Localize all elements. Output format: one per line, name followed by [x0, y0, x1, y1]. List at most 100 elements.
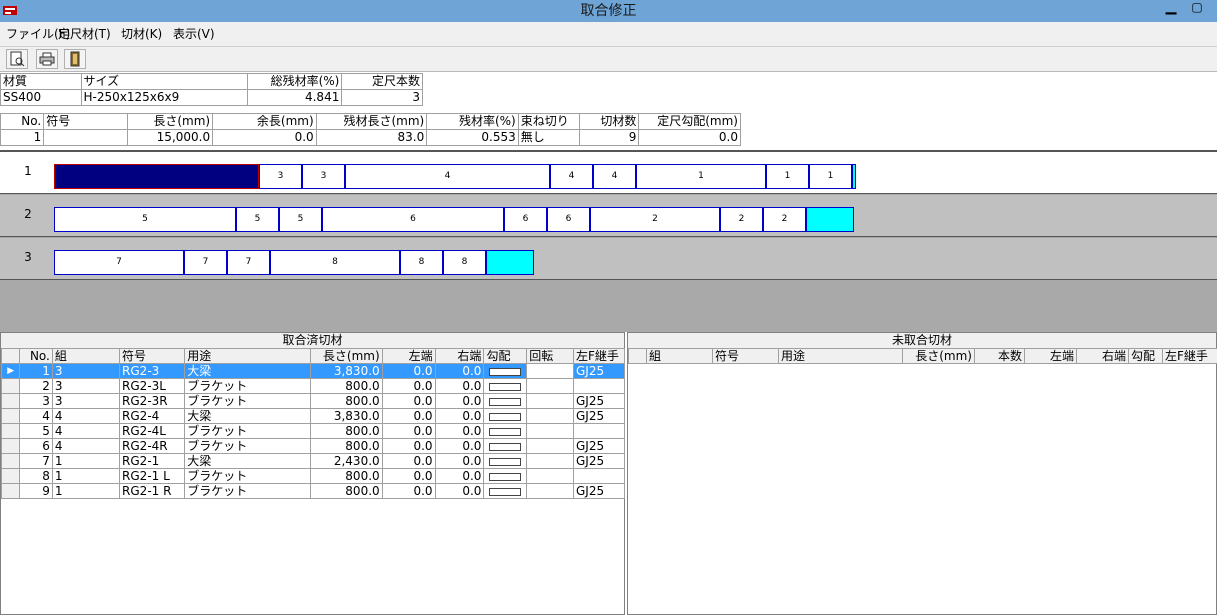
- cut-segment[interactable]: 8: [270, 250, 400, 275]
- table-cell[interactable]: 0.0: [434, 378, 485, 394]
- table-cell[interactable]: 5: [19, 423, 53, 439]
- column-header[interactable]: 左F継手: [1162, 348, 1217, 364]
- table-cell[interactable]: [573, 468, 625, 484]
- table-row[interactable]: 4 4 RG2-4 大梁 3,830.0 0.0 0.0 GJ25: [0, 408, 625, 424]
- table-cell[interactable]: [483, 408, 528, 424]
- table-cell[interactable]: 4: [51, 423, 121, 439]
- table-cell[interactable]: [483, 378, 528, 394]
- cut-segment[interactable]: 6: [547, 207, 590, 232]
- table-cell[interactable]: GJ25: [573, 393, 625, 409]
- table-cell[interactable]: GJ25: [573, 438, 625, 454]
- table-cell[interactable]: [483, 468, 528, 484]
- table-cell[interactable]: 2,430.0: [310, 453, 383, 469]
- table-cell[interactable]: 1: [51, 483, 121, 499]
- column-header[interactable]: 長さ(mm): [902, 348, 975, 364]
- column-header[interactable]: 組: [51, 348, 121, 364]
- table-row[interactable]: 2 3 RG2-3L ブラケット 800.0 0.0 0.0: [0, 378, 625, 394]
- cut-segment[interactable]: 5: [54, 207, 236, 232]
- table-cell[interactable]: GJ25: [573, 483, 625, 499]
- table-cell[interactable]: [483, 483, 528, 499]
- table-cell[interactable]: 7: [19, 453, 53, 469]
- table-cell[interactable]: 6: [19, 438, 53, 454]
- table-cell[interactable]: 1: [51, 453, 121, 469]
- table-cell[interactable]: 3: [19, 393, 53, 409]
- table-cell[interactable]: RG2-3: [119, 363, 186, 379]
- table-cell[interactable]: 0.0: [381, 438, 436, 454]
- table-cell[interactable]: 0.0: [381, 393, 436, 409]
- table-cell[interactable]: 1: [51, 468, 121, 484]
- column-header[interactable]: 本数: [974, 348, 1025, 364]
- table-cell[interactable]: ブラケット: [184, 378, 312, 394]
- cut-segment[interactable]: 4: [593, 164, 636, 189]
- table-cell[interactable]: RG2-3L: [119, 378, 186, 394]
- table-cell[interactable]: [573, 378, 625, 394]
- table-row[interactable]: 5 4 RG2-4L ブラケット 800.0 0.0 0.0: [0, 423, 625, 439]
- table-cell[interactable]: RG2-1 R: [119, 483, 186, 499]
- table-cell[interactable]: [526, 483, 574, 499]
- table-cell[interactable]: [483, 438, 528, 454]
- table-cell[interactable]: 4: [51, 438, 121, 454]
- table-cell[interactable]: 4: [51, 408, 121, 424]
- table-cell[interactable]: RG2-1 L: [119, 468, 186, 484]
- table-cell[interactable]: RG2-4L: [119, 423, 186, 439]
- table-cell[interactable]: [483, 393, 528, 409]
- table-row[interactable]: 3 3 RG2-3R ブラケット 800.0 0.0 0.0 GJ25: [0, 393, 625, 409]
- table-cell[interactable]: ブラケット: [184, 423, 312, 439]
- cut-segment[interactable]: 2: [590, 207, 720, 232]
- table-cell[interactable]: GJ25: [573, 453, 625, 469]
- table-cell[interactable]: [483, 423, 528, 439]
- cut-segment[interactable]: 6: [322, 207, 504, 232]
- menu-stock[interactable]: 定尺材(T): [58, 25, 111, 43]
- table-cell[interactable]: 0.0: [434, 363, 485, 379]
- table-cell[interactable]: 1: [19, 363, 53, 379]
- table-cell[interactable]: 0.0: [434, 453, 485, 469]
- table-cell[interactable]: [526, 438, 574, 454]
- table-cell[interactable]: [573, 423, 625, 439]
- column-header[interactable]: 回転: [526, 348, 574, 364]
- table-cell[interactable]: 0.0: [434, 468, 485, 484]
- table-cell[interactable]: 0.0: [381, 423, 436, 439]
- table-cell[interactable]: 800.0: [310, 468, 383, 484]
- cut-segment[interactable]: 2: [720, 207, 763, 232]
- table-cell[interactable]: 8: [19, 468, 53, 484]
- table-cell[interactable]: [483, 453, 528, 469]
- exit-button[interactable]: [64, 49, 86, 69]
- cut-segment[interactable]: 2: [763, 207, 806, 232]
- table-cell[interactable]: 0.0: [381, 468, 436, 484]
- table-cell[interactable]: ブラケット: [184, 483, 312, 499]
- table-row[interactable]: 7 1 RG2-1 大梁 2,430.0 0.0 0.0 GJ25: [0, 453, 625, 469]
- table-cell[interactable]: 0.0: [434, 393, 485, 409]
- menu-view[interactable]: 表示(V): [173, 25, 215, 43]
- column-header[interactable]: 長さ(mm): [310, 348, 383, 364]
- cut-segment[interactable]: 7: [227, 250, 270, 275]
- column-header[interactable]: 組: [646, 348, 713, 364]
- table-cell[interactable]: 3,830.0: [310, 363, 383, 379]
- table-cell[interactable]: 0.0: [434, 438, 485, 454]
- column-header[interactable]: 用途: [184, 348, 312, 364]
- table-cell[interactable]: 3: [51, 393, 121, 409]
- column-header[interactable]: 左端: [381, 348, 436, 364]
- cut-segment[interactable]: 7: [54, 250, 184, 275]
- table-row[interactable]: 6 4 RG2-4R ブラケット 800.0 0.0 0.0 GJ25: [0, 438, 625, 454]
- table-cell[interactable]: 0.0: [381, 453, 436, 469]
- maximize-button[interactable]: ▢: [1186, 0, 1208, 20]
- cut-segment[interactable]: 5: [236, 207, 279, 232]
- table-cell[interactable]: 3: [51, 378, 121, 394]
- column-header[interactable]: 左F継手: [573, 348, 625, 364]
- table-cell[interactable]: RG2-1: [119, 453, 186, 469]
- column-header[interactable]: 符号: [119, 348, 186, 364]
- table-cell[interactable]: RG2-4: [119, 408, 186, 424]
- table-cell[interactable]: 0.0: [381, 378, 436, 394]
- cut-segment[interactable]: 1: [809, 164, 852, 189]
- print-preview-button[interactable]: [6, 49, 28, 69]
- print-button[interactable]: [36, 49, 58, 69]
- table-cell[interactable]: 800.0: [310, 378, 383, 394]
- column-header[interactable]: 左端: [1024, 348, 1077, 364]
- column-header[interactable]: 勾配: [1128, 348, 1163, 364]
- cut-segment[interactable]: 7: [184, 250, 227, 275]
- cut-segment[interactable]: [54, 164, 259, 189]
- minimize-button[interactable]: ▁: [1160, 0, 1182, 20]
- column-header[interactable]: 右端: [434, 348, 485, 364]
- table-cell[interactable]: 800.0: [310, 483, 383, 499]
- table-cell[interactable]: 3,830.0: [310, 408, 383, 424]
